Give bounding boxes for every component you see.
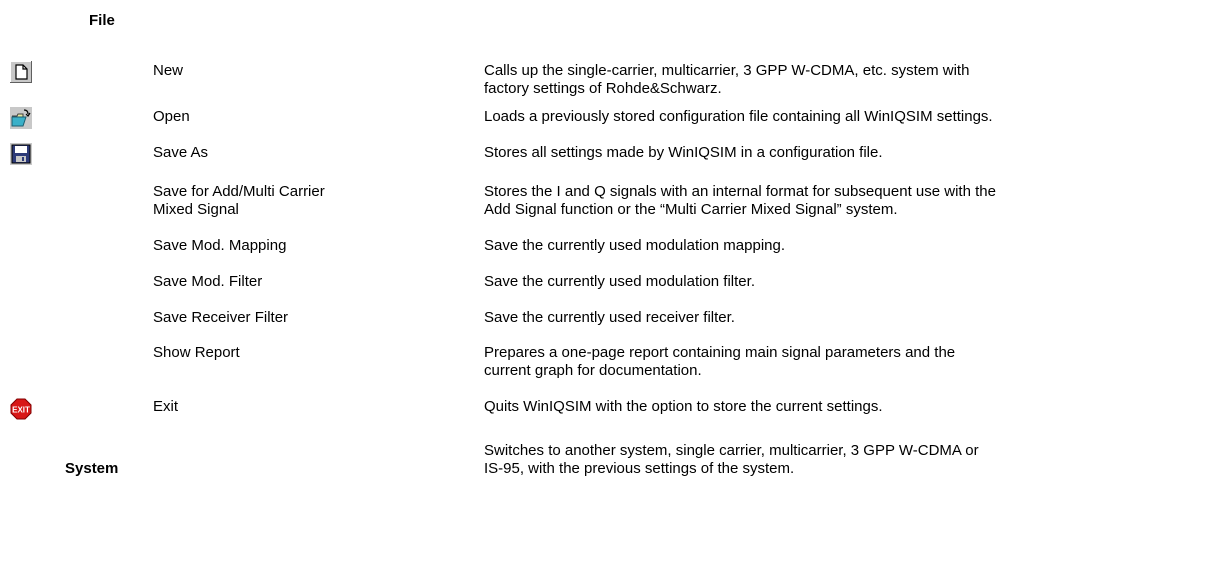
document-page: { "sections": { "file": "File", "system"… [0, 0, 1227, 577]
menu-item-save-mod-mapping: Save Mod. Mapping [153, 237, 287, 254]
menu-item-save-for-add-multi-carrier-description: Stores the I and Q signals with an inter… [484, 183, 996, 218]
menu-item-save-mod-mapping-description: Save the currently used modulation mappi… [484, 237, 786, 254]
menu-item-save-as-description: Stores all settings made by WinIQSIM in … [484, 144, 883, 161]
menu-item-exit: Exit [153, 398, 179, 415]
menu-item-save-receiver-filter: Save Receiver Filter [153, 309, 289, 326]
svg-text:EXIT: EXIT [12, 406, 30, 415]
open-folder-icon[interactable] [10, 107, 32, 129]
exit-stop-icon[interactable]: EXIT [10, 398, 32, 420]
menu-item-exit-description: Quits WinIQSIM with the option to store … [484, 398, 883, 415]
menu-item-open: Open [153, 108, 190, 125]
menu-item-show-report-description: Prepares a one-page report containing ma… [484, 344, 956, 379]
section-heading-file: File [89, 12, 115, 29]
menu-item-save-for-add-multi-carrier: Save for Add/Multi Carrier Mixed Signal [153, 183, 325, 218]
menu-item-new: New [153, 62, 184, 79]
menu-item-save-as: Save As [153, 144, 209, 161]
menu-item-save-mod-filter: Save Mod. Filter [153, 273, 263, 290]
menu-item-save-receiver-filter-description: Save the currently used receiver filter. [484, 309, 735, 326]
menu-item-new-description: Calls up the single-carrier, multicarrie… [484, 62, 970, 97]
system-description: Switches to another system, single carri… [484, 442, 979, 477]
menu-item-save-mod-filter-description: Save the currently used modulation filte… [484, 273, 755, 290]
floppy-disk-icon[interactable] [10, 143, 32, 165]
new-document-icon[interactable] [10, 61, 32, 83]
menu-item-open-description: Loads a previously stored configuration … [484, 108, 993, 125]
section-heading-system: System [65, 460, 119, 477]
menu-item-show-report: Show Report [153, 344, 240, 361]
